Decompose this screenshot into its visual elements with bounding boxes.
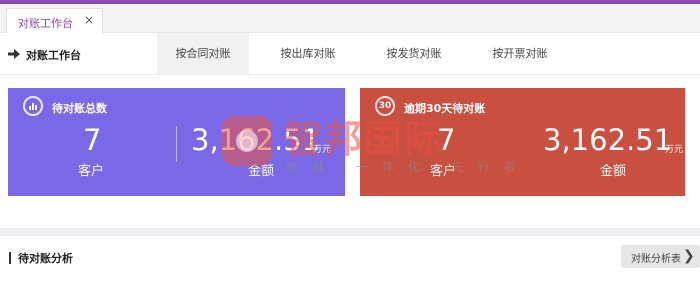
analysis-section-header: 待对账分析 对账分析表 ❯ [0,236,700,290]
overdue-summary-panel[interactable]: 30 逾期30天待对账 7 客户 3,162.51 万元 金额 [360,88,685,196]
report-button-label: 对账分析表 [631,254,681,265]
amount-unit: 万元 [665,145,684,155]
tab-by-shipment[interactable]: 按发货对账 [368,33,460,74]
analysis-title: 待对账分析 [18,252,73,265]
page-title: 对账工作台 [26,49,81,62]
page-tab-reconciliation[interactable]: 对账工作台 × [6,8,103,33]
pending-summary-panel[interactable]: 待对账总数 7 客户 3,162.51 万元 金额 [8,88,345,196]
tab-by-contract[interactable]: 按合同对账 [157,33,249,74]
reconciliation-report-button[interactable]: 对账分析表 ❯ [621,245,700,268]
page-tab-label: 对账工作台 [18,17,73,30]
panel-title: 逾期30天待对账 [404,102,486,115]
bar-chart-icon [23,96,43,116]
tab-by-invoice[interactable]: 按开票对账 [474,33,566,74]
close-icon[interactable]: × [84,13,94,27]
customer-count: 7 [83,123,102,157]
section-separator [0,228,700,236]
amount-label: 金额 [600,164,627,179]
overdue-30-badge: 30 [375,96,395,116]
amount-unit: 万元 [313,145,332,155]
customer-count-label: 客户 [78,164,105,179]
chevron-right-icon: ❯ [683,248,695,264]
amount-value: 3,162.51 [543,123,673,157]
tab-by-outbound[interactable]: 按出库对账 [262,33,354,74]
amount-label: 金额 [248,164,275,179]
panel-divider [176,126,177,162]
customer-count-label: 客户 [430,164,457,179]
amount-value: 3,162.51 [191,123,321,157]
section-marker [9,252,11,264]
arrow-right-icon [8,49,20,59]
panel-title: 待对账总数 [52,102,107,115]
customer-count: 7 [437,123,456,157]
workbench-header: 对账工作台 按合同对账 按出库对账 按发货对账 按开票对账 [0,33,700,75]
page-tabstrip: 对账工作台 × [0,4,700,33]
